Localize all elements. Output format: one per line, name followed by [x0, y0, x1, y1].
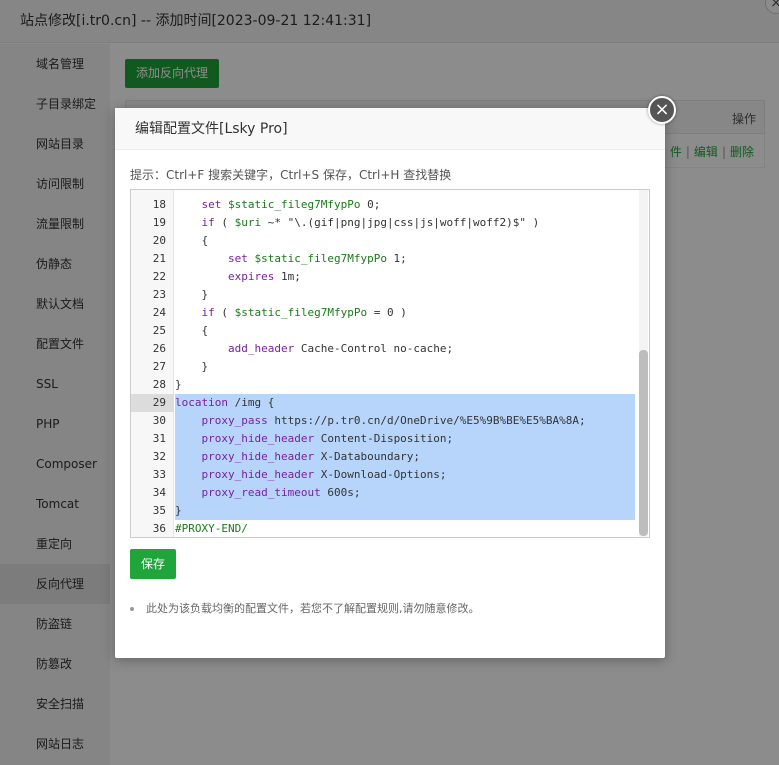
code-line: 30 proxy_pass https://p.tr0.cn/d/OneDriv… — [131, 412, 636, 430]
code-line: 26 add_header Cache-Control no-cache; — [131, 340, 636, 358]
line-number: 20 — [152, 234, 166, 247]
line-text: set $static_fileg7MfypPo 1; — [227, 252, 407, 265]
code-line: 20 { — [131, 232, 636, 250]
modal-close-icon[interactable]: × — [648, 96, 676, 124]
code-line: 35} — [131, 502, 636, 520]
code-line: 23 } — [131, 286, 636, 304]
line-number: 23 — [152, 288, 166, 301]
code-editor[interactable]: 18 set $static_fileg7MfypPo 0; 19 if ( $u… — [130, 189, 650, 538]
code-line: 28} — [131, 376, 636, 394]
line-text: } — [175, 288, 209, 301]
line-text: proxy_pass https://p.tr0.cn/d/OneDrive/%… — [175, 412, 635, 430]
code-line: 27 } — [131, 358, 636, 376]
line-text: location /img { — [175, 394, 635, 412]
line-number: 36 — [152, 522, 166, 535]
line-number: 30 — [152, 414, 166, 427]
code-line: 21 set $static_fileg7MfypPo 1; — [131, 250, 636, 268]
line-text: } — [175, 378, 182, 391]
code-line: 24 if ( $static_fileg7MfypPo = 0 ) — [131, 304, 636, 322]
modal-title: 编辑配置文件[Lsky Pro] — [115, 108, 665, 150]
line-text: proxy_hide_header X-Download-Options; — [175, 466, 635, 484]
line-text: } — [175, 502, 635, 520]
code-line: 19 if ( $uri ~* "\.(gif|png|jpg|css|js|w… — [131, 214, 636, 232]
editor-scrollbar-thumb[interactable] — [639, 350, 648, 536]
line-text: { — [175, 324, 209, 337]
line-number: 22 — [152, 270, 166, 283]
code-line: 29 location /img { — [131, 394, 636, 412]
line-text: set $static_fileg7MfypPo 0; — [201, 198, 381, 211]
bullet-icon — [130, 607, 134, 611]
line-text: add_header Cache-Control no-cache; — [227, 342, 454, 355]
shortcut-tip: 提示：Ctrl+F 搜索关键字，Ctrl+S 保存，Ctrl+H 查找替换 — [130, 168, 452, 182]
line-number: 34 — [152, 486, 166, 499]
line-number: 35 — [152, 504, 166, 517]
line-text: proxy_read_timeout 600s; — [175, 484, 635, 502]
line-text: proxy_hide_header Content-Disposition; — [175, 430, 635, 448]
line-text: if ( $static_fileg7MfypPo = 0 ) — [201, 306, 407, 319]
code-line: 34 proxy_read_timeout 600s; — [131, 484, 636, 502]
line-number: 31 — [152, 432, 166, 445]
config-note-text: 此处为该负载均衡的配置文件，若您不了解配置规则,请勿随意修改。 — [146, 602, 480, 615]
line-number: 29 — [152, 396, 166, 409]
line-text: expires 1m; — [227, 270, 301, 283]
code-line: 31 proxy_hide_header Content-Disposition… — [131, 430, 636, 448]
line-number: 25 — [152, 324, 166, 337]
code-lines: 18 set $static_fileg7MfypPo 0; 19 if ( $u… — [131, 196, 636, 537]
line-number: 32 — [152, 450, 166, 463]
code-line: 18 set $static_fileg7MfypPo 0; — [131, 196, 636, 214]
line-text: { — [175, 234, 209, 247]
line-number: 21 — [152, 252, 166, 265]
line-number: 28 — [152, 378, 166, 391]
line-number: 26 — [152, 342, 166, 355]
config-note: 此处为该负载均衡的配置文件，若您不了解配置规则,请勿随意修改。 — [130, 600, 480, 616]
code-line: 36 #PROXY-END/ — [131, 520, 636, 537]
line-number: 27 — [152, 360, 166, 373]
code-line: 33 proxy_hide_header X-Download-Options; — [131, 466, 636, 484]
save-button[interactable]: 保存 — [130, 549, 176, 579]
line-text: if ( $uri ~* "\.(gif|png|jpg|css|js|woff… — [201, 216, 540, 229]
line-number: 33 — [152, 468, 166, 481]
code-line: 32 proxy_hide_header X-Databoundary; — [131, 448, 636, 466]
line-text: #PROXY-END/ — [175, 522, 248, 535]
line-number: 19 — [152, 216, 166, 229]
line-number: 24 — [152, 306, 166, 319]
code-line: 22 expires 1m; — [131, 268, 636, 286]
line-number: 18 — [152, 198, 166, 211]
line-text: } — [175, 360, 209, 373]
edit-config-modal: 编辑配置文件[Lsky Pro] × 提示：Ctrl+F 搜索关键字，Ctrl+… — [115, 96, 676, 658]
code-line: 25 { — [131, 322, 636, 340]
line-text: proxy_hide_header X-Databoundary; — [175, 448, 635, 466]
